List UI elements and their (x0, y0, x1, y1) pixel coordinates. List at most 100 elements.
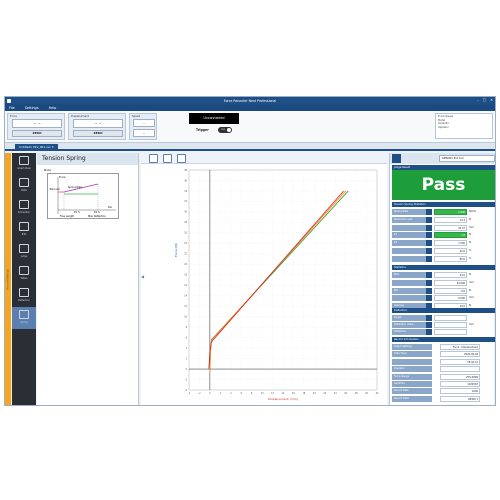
record-info-line: Operator (438, 125, 449, 129)
result-row: 0.000 mm (392, 295, 495, 302)
note-label: Note (44, 168, 52, 172)
menu-file[interactable]: File (9, 106, 15, 110)
speed-readout: -- (133, 119, 155, 127)
result-row-label: Date Time (392, 351, 432, 358)
graph-marker-icon[interactable] (163, 154, 172, 163)
data-icon (19, 178, 29, 187)
minimize-button[interactable]: – (477, 98, 479, 102)
row-select-button[interactable] (426, 232, 432, 239)
x-tick-label: 20 (313, 392, 316, 395)
sidebar-item-tables[interactable]: Tables (12, 263, 36, 285)
displacement-readout: -- -- (73, 119, 123, 128)
menu-settings[interactable]: Settings (25, 106, 39, 110)
displacement-zero-button[interactable]: ZERO (73, 130, 123, 137)
row-select-button[interactable] (426, 322, 432, 329)
row-select-button[interactable] (426, 216, 432, 223)
result-row: Min 0.0 N (392, 287, 495, 295)
row-select-button[interactable] (426, 315, 432, 321)
row-select-button[interactable] (426, 272, 432, 278)
menu-help[interactable]: Help (49, 106, 57, 110)
sidebar-item-simulation[interactable]: Simulation (12, 197, 36, 219)
chart-x-axis-label: Displacement (mm) (268, 397, 298, 401)
record-settings-strip[interactable]: Record Settings (5, 153, 11, 405)
close-button[interactable]: ✕ (490, 98, 493, 102)
spring-select-dropdown[interactable]: RMN001 Ext Coil (439, 155, 495, 162)
result-row-unit (468, 315, 480, 321)
row-select-button[interactable] (426, 329, 432, 336)
y-tick-label: 10 (184, 315, 187, 318)
diagram-free-length-label: Free Length (60, 215, 75, 218)
sidebar-item-graph-view[interactable]: Graph View (12, 153, 36, 175)
sidebar-item-label: Spring (20, 321, 28, 324)
graph-settings-icon[interactable] (149, 154, 158, 163)
result-row-label (392, 358, 432, 365)
result-row-unit: % (469, 249, 472, 252)
x-tick-label: 2 (220, 392, 222, 395)
deflection-icon (19, 288, 29, 297)
diagram-p1-label: P1 % (74, 211, 81, 214)
y-tick-label: 30 (184, 211, 187, 214)
result-row-label: Record Rate (392, 388, 432, 395)
x-tick-label: 26 (344, 392, 347, 395)
row-select-button[interactable] (426, 295, 432, 302)
result-row-value: 34.000 (434, 279, 467, 286)
sidebar-item-label: Graph View (17, 167, 31, 170)
panel-title: Tension Spring (37, 153, 138, 165)
sidebar-item-deflection[interactable]: Deflection (12, 285, 36, 307)
result-row-value: 15:02:41 (440, 358, 480, 365)
displacement-label: Displacement (71, 115, 89, 118)
sidebar-item-data[interactable]: Data (12, 175, 36, 197)
result-row-unit: N/mm (469, 210, 477, 213)
row-select-button[interactable] (426, 287, 432, 294)
record-settings-label: Record Settings (6, 269, 10, 290)
result-row: 40.0% (392, 248, 495, 255)
row-select-button[interactable] (426, 279, 432, 286)
menu-bar: File Settings Help (5, 104, 495, 111)
sidebar-item-label: Simulation (17, 211, 31, 214)
chart-area: ◀ -4 -2 0 2 4 6 8 10 12 14 16 18 20 22 24 26 28 30 32 -4 -2 0… (141, 153, 387, 405)
y-tick-label: 28 (184, 221, 187, 224)
graph-view-icon (19, 156, 29, 165)
x-tick-label: 14 (282, 392, 285, 395)
y-tick-label: 20 (184, 263, 187, 266)
result-row-value: 7.0 (434, 232, 467, 239)
result-row: P2 7.000 N (392, 240, 495, 247)
result-row: P1 7.0 N (392, 232, 495, 239)
x-tick-label: 30 (365, 392, 368, 395)
spring-settings-panel: Tension Spring Note Force Bar Load Sprin… (37, 153, 139, 405)
force-zero-button[interactable]: ZERO (12, 130, 62, 137)
diagram-force-label: Force (59, 176, 66, 179)
sidebar-item-edit[interactable]: Edit (12, 219, 36, 241)
diagram-spring-rate-label: Spring Rate (68, 186, 82, 189)
sidebar-item-judge[interactable]: Judge (12, 241, 36, 263)
trigger-toggle[interactable]: OFF (218, 127, 232, 133)
result-row-label: Operator (392, 366, 432, 373)
row-select-button[interactable] (426, 224, 432, 231)
x-tick-label: 24 (334, 392, 337, 395)
result-row-label: Force Gauge (392, 373, 432, 380)
y-tick-label: 2 (186, 357, 188, 360)
row-select-button[interactable] (426, 240, 432, 247)
sidebar-item-spring[interactable]: Spring (12, 307, 36, 329)
force-displacement-chart: -4 -2 0 2 4 6 8 10 12 14 16 18 20 22 24 26 28 30 32-4-2024… (174, 169, 379, 401)
edit-icon (19, 222, 29, 231)
row-select-button[interactable] (426, 255, 432, 262)
result-row-unit: mm (469, 323, 474, 327)
tension-spring-diagram: Force Bar Load Spring Rate Dis P1 % P2 %… (47, 173, 119, 219)
graph-compare-icon[interactable] (177, 154, 186, 163)
y-tick-label: 26 (184, 232, 187, 235)
row-select-button[interactable] (426, 248, 432, 254)
x-tick-label: 10 (261, 392, 264, 395)
x-tick-label: 32 (376, 392, 379, 395)
sidebar-item-label: Data (21, 189, 27, 192)
document-tab[interactable]: Untitled1 CSV_001.csv ✕ (15, 144, 58, 151)
result-row-unit: N (469, 233, 471, 237)
sidebar: Graph View Data Simulation Edit Judge Ta… (12, 153, 36, 405)
result-row-unit: N (469, 241, 471, 245)
result-row-value: ZTS-500N (440, 373, 480, 380)
row-select-button[interactable] (426, 209, 432, 215)
y-tick-label: 4 (186, 347, 188, 350)
x-tick-label: -4 (188, 392, 191, 395)
maximize-button[interactable]: □ (483, 98, 486, 102)
result-row-value: 1000 (440, 388, 480, 395)
